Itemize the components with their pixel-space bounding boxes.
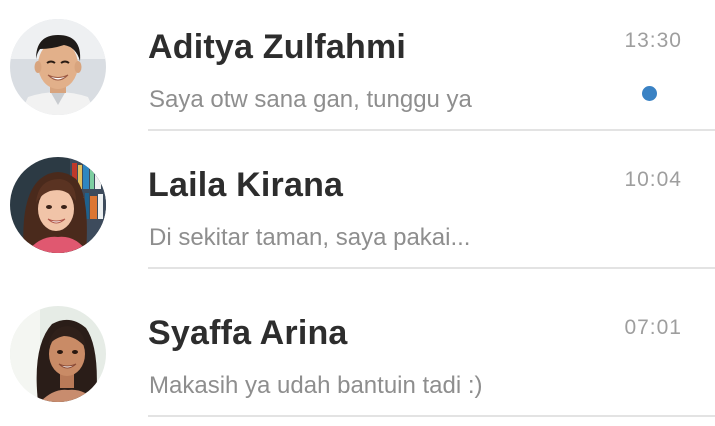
avatar (10, 306, 106, 402)
contact-name: Syaffa Arina (148, 314, 348, 352)
chat-list: Aditya Zulfahmi Saya otw sana gan, tungg… (0, 0, 715, 426)
chat-item-syaffa-arina[interactable]: Syaffa Arina Makasih ya udah bantuin tad… (0, 276, 715, 417)
divider (148, 267, 715, 269)
contact-name: Aditya Zulfahmi (148, 28, 407, 66)
divider (148, 129, 715, 131)
avatar (10, 19, 106, 115)
avatar-photo (10, 306, 106, 402)
avatar-photo (10, 157, 106, 253)
last-message-preview: Saya otw sana gan, tunggu ya (149, 86, 472, 113)
chat-item-laila-kirana[interactable]: Laila Kirana Di sekitar taman, saya paka… (0, 138, 715, 276)
last-message-preview: Di sekitar taman, saya pakai... (149, 224, 471, 251)
message-timestamp: 07:01 (624, 316, 682, 339)
chat-item-aditya-zulfahmi[interactable]: Aditya Zulfahmi Saya otw sana gan, tungg… (0, 0, 715, 138)
last-message-preview: Makasih ya udah bantuin tadi :) (149, 372, 483, 399)
avatar (10, 157, 106, 253)
divider (148, 415, 715, 417)
contact-name: Laila Kirana (148, 166, 344, 204)
unread-indicator (642, 86, 657, 101)
message-timestamp: 10:04 (624, 168, 682, 191)
avatar-photo (10, 19, 106, 115)
message-timestamp: 13:30 (624, 29, 682, 52)
